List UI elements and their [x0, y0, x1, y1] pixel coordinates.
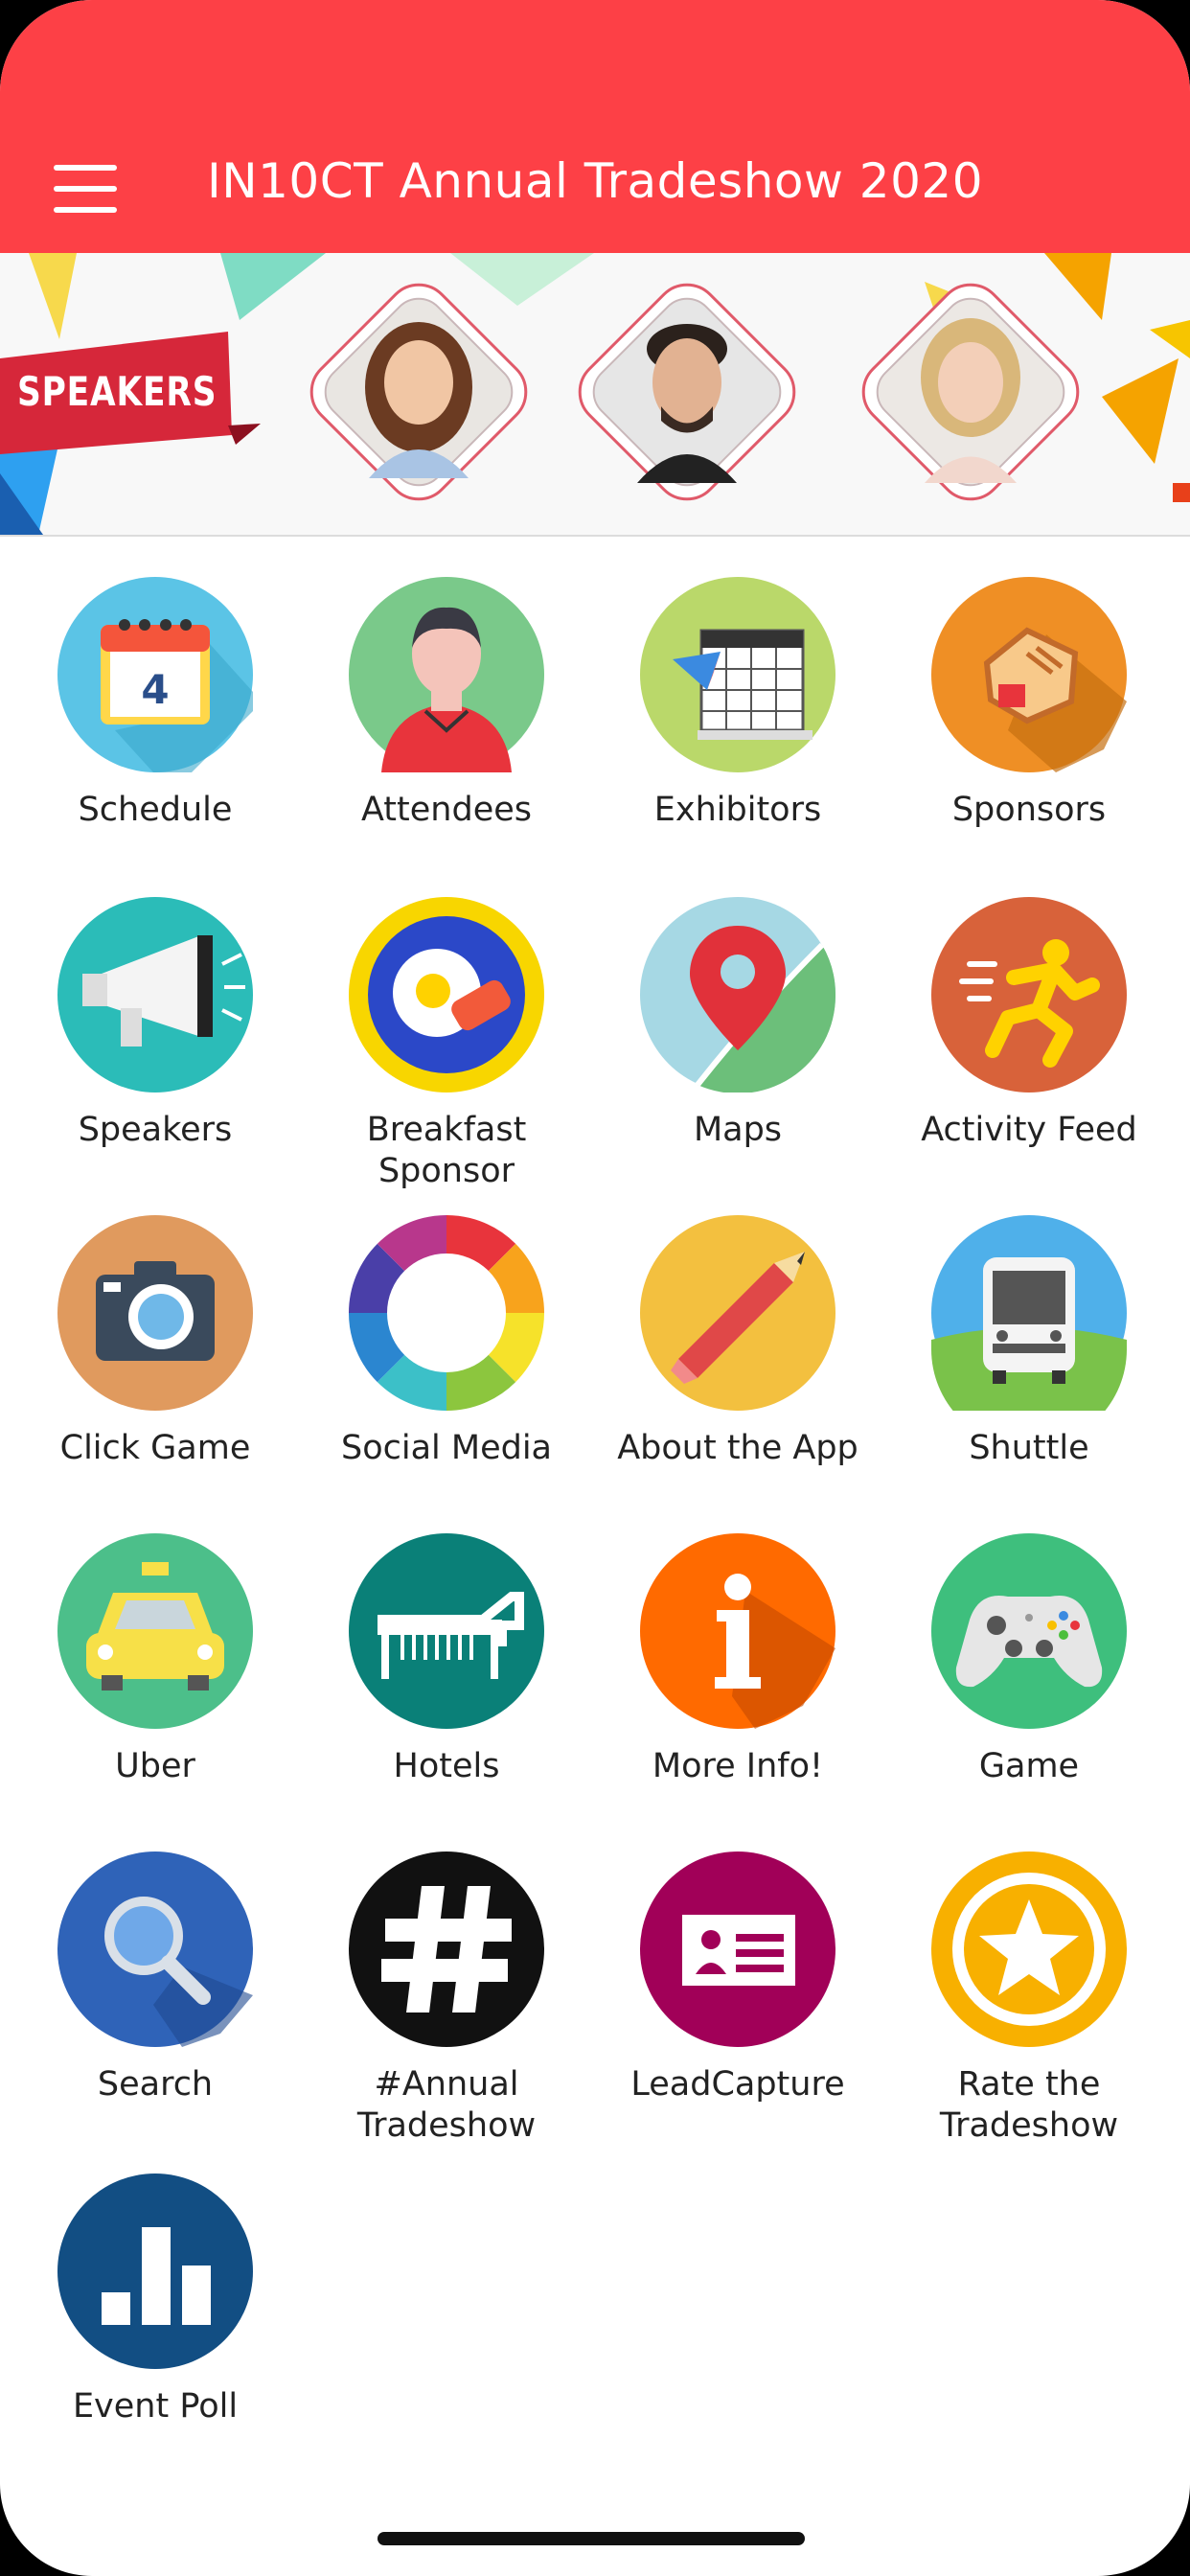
tile-label: Attendees: [360, 791, 532, 829]
color-ring-icon: [349, 1215, 544, 1411]
map-pin-icon: [640, 897, 835, 1092]
camera-icon: [57, 1215, 253, 1411]
tile-label: LeadCapture: [630, 2065, 845, 2104]
tile-label: Breakfast Sponsor: [366, 1111, 527, 1190]
tile-activity-feed[interactable]: Activity Feed: [885, 897, 1173, 1204]
banner-label: SPEAKERS: [17, 368, 217, 415]
id-card-icon: [640, 1852, 835, 2047]
tile-label: Uber: [115, 1747, 195, 1785]
tile-label: Speakers: [78, 1111, 233, 1149]
calendar-icon: 4: [57, 577, 253, 772]
bed-icon: [349, 1533, 544, 1729]
tile-leadcapture[interactable]: LeadCapture: [594, 1852, 881, 2158]
tile-label: Maps: [693, 1111, 783, 1149]
tile-shuttle[interactable]: Shuttle: [885, 1215, 1173, 1522]
gamepad-icon: [931, 1533, 1127, 1729]
pencil-icon: [640, 1215, 835, 1411]
tile-label: Click Game: [59, 1429, 251, 1467]
tile-label: More Info!: [652, 1747, 824, 1785]
tile-rate-the-tradeshow[interactable]: Rate the Tradeshow: [885, 1852, 1173, 2158]
star-icon: [931, 1852, 1127, 2047]
hashtag-icon: [349, 1852, 544, 2047]
tile-label: #Annual Tradeshow: [356, 2065, 537, 2145]
tile-label: Search: [97, 2065, 214, 2104]
tile-social-media[interactable]: Social Media: [303, 1215, 590, 1522]
tile-annual-tradeshow[interactable]: #Annual Tradeshow: [303, 1852, 590, 2158]
tile-breakfast-sponsor[interactable]: Breakfast Sponsor: [303, 897, 590, 1204]
tile-uber[interactable]: Uber: [11, 1533, 299, 1840]
tile-schedule[interactable]: 4 Schedule: [11, 577, 299, 884]
tile-label: Schedule: [78, 791, 233, 829]
speaker-avatar-2[interactable]: [566, 271, 808, 513]
tile-label: Rate the Tradeshow: [939, 2065, 1119, 2145]
tile-maps[interactable]: Maps: [594, 897, 881, 1204]
tile-event-poll[interactable]: Event Poll: [11, 2174, 299, 2480]
handshake-icon: [931, 577, 1127, 772]
taxi-icon: [57, 1533, 253, 1729]
tile-label: Sponsors: [951, 791, 1107, 829]
tile-label: About the App: [617, 1429, 858, 1467]
tile-label: Exhibitors: [653, 791, 822, 829]
magnifier-icon: [57, 1852, 253, 2047]
page-title: IN10CT Annual Tradeshow 2020: [206, 153, 984, 209]
speaker-avatar-3[interactable]: [850, 271, 1091, 513]
bus-icon: [931, 1215, 1127, 1411]
tile-click-game[interactable]: Click Game: [11, 1215, 299, 1522]
info-icon: [640, 1533, 835, 1729]
tile-more-info[interactable]: More Info!: [594, 1533, 881, 1840]
tile-speakers[interactable]: Speakers: [11, 897, 299, 1204]
app-header: IN10CT Annual Tradeshow 2020: [0, 0, 1190, 253]
calendar-grid-icon: [640, 577, 835, 772]
svg-text:4: 4: [141, 666, 169, 713]
tile-label: Hotels: [393, 1747, 500, 1785]
tile-label: Activity Feed: [921, 1111, 1137, 1149]
tile-search[interactable]: Search: [11, 1852, 299, 2158]
tile-about-the-app[interactable]: About the App: [594, 1215, 881, 1522]
egg-bacon-icon: [349, 897, 544, 1092]
speaker-avatar-1[interactable]: [298, 271, 539, 513]
tile-label: Shuttle: [969, 1429, 1089, 1467]
tile-exhibitors[interactable]: Exhibitors: [594, 577, 881, 884]
tile-attendees[interactable]: Attendees: [303, 577, 590, 884]
runner-icon: [931, 897, 1127, 1092]
tile-label: Game: [978, 1747, 1080, 1785]
bar-chart-icon: [57, 2174, 253, 2369]
tile-label: Event Poll: [72, 2387, 239, 2426]
app-screen: IN10CT Annual Tradeshow 2020 SPEAKERS 4 …: [0, 0, 1190, 2576]
tile-label: Social Media: [340, 1429, 552, 1467]
tile-sponsors[interactable]: Sponsors: [885, 577, 1173, 884]
home-indicator[interactable]: [378, 2532, 805, 2545]
tile-hotels[interactable]: Hotels: [303, 1533, 590, 1840]
person-icon: [349, 577, 544, 772]
speakers-banner[interactable]: SPEAKERS: [0, 253, 1190, 537]
tile-game[interactable]: Game: [885, 1533, 1173, 1840]
megaphone-icon: [57, 897, 253, 1092]
